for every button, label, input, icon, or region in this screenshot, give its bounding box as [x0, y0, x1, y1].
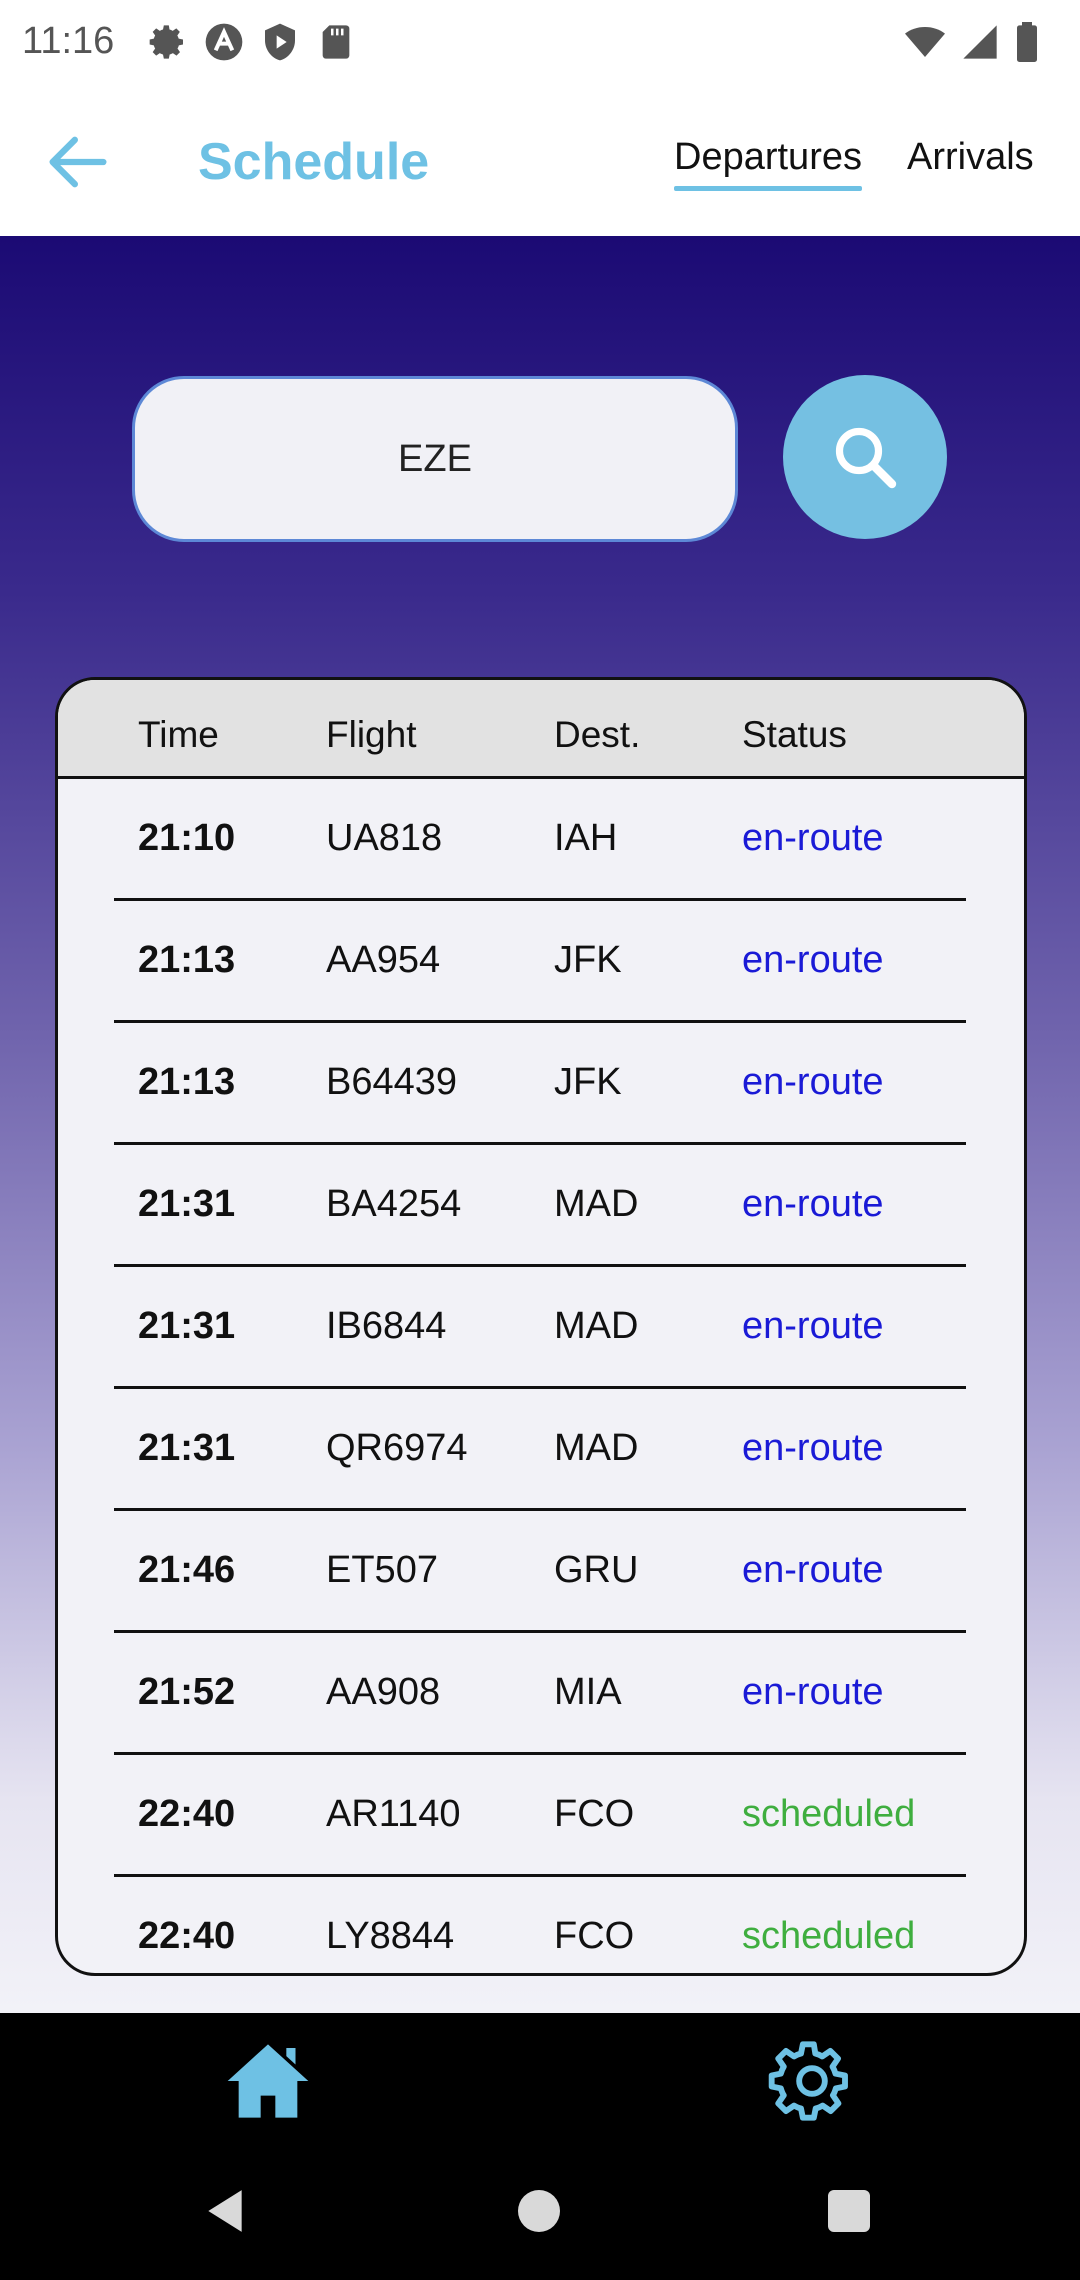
- table-row[interactable]: 21:10 UA818 IAH en-route: [58, 779, 1024, 901]
- battery-icon: [1014, 22, 1040, 67]
- tab-departures[interactable]: Departures: [674, 136, 862, 191]
- row-flight: LY8844: [326, 1915, 455, 1957]
- signal-icon: [960, 22, 1000, 67]
- row-time: 21:31: [138, 1183, 236, 1225]
- row-status: en-route: [742, 1549, 884, 1591]
- row-dest: JFK: [554, 1061, 622, 1103]
- back-button[interactable]: [40, 124, 116, 200]
- arrow-left-icon: [49, 136, 107, 188]
- table-row[interactable]: 21:46 ET507 GRU en-route: [58, 1511, 1024, 1633]
- row-dest: MAD: [554, 1183, 639, 1225]
- table-row[interactable]: 21:31 QR6974 MAD en-route: [58, 1389, 1024, 1511]
- header-dest: Dest.: [554, 714, 641, 755]
- row-status: en-route: [742, 817, 884, 859]
- shield-play-icon: [260, 22, 300, 62]
- search-input[interactable]: EZE: [132, 376, 738, 542]
- system-home-button[interactable]: [518, 2190, 560, 2232]
- home-icon: [227, 2044, 309, 2118]
- row-status: scheduled: [742, 1915, 916, 1957]
- row-flight: AA908: [326, 1671, 441, 1713]
- nav-home-button[interactable]: [224, 2037, 312, 2125]
- status-left-icons: [148, 22, 356, 62]
- status-bar: 11:16: [0, 0, 1080, 88]
- row-dest: GRU: [554, 1549, 639, 1591]
- row-status: en-route: [742, 1671, 884, 1713]
- row-dest: MAD: [554, 1305, 639, 1347]
- row-dest: FCO: [554, 1793, 635, 1835]
- row-status: en-route: [742, 1183, 884, 1225]
- header-time: Time: [138, 714, 219, 755]
- header-status: Status: [742, 714, 847, 755]
- row-status: en-route: [742, 1061, 884, 1103]
- row-flight: B64439: [326, 1061, 458, 1103]
- row-flight: QR6974: [326, 1427, 468, 1469]
- search-button[interactable]: [783, 375, 947, 539]
- row-flight: AR1140: [326, 1793, 461, 1835]
- row-time: 21:52: [138, 1671, 236, 1713]
- system-nav-bar: [0, 2146, 1080, 2280]
- row-status: scheduled: [742, 1793, 916, 1835]
- a-icon: [204, 22, 244, 62]
- status-right-icons: [904, 22, 1040, 67]
- row-flight: UA818: [326, 817, 443, 859]
- row-dest: IAH: [554, 817, 618, 859]
- row-time: 22:40: [138, 1915, 236, 1957]
- row-time: 21:31: [138, 1427, 236, 1469]
- nav-settings-button[interactable]: [768, 2037, 856, 2125]
- table-row[interactable]: 21:31 BA4254 MAD en-route: [58, 1145, 1024, 1267]
- row-time: 22:40: [138, 1793, 236, 1835]
- wifi-icon: [904, 22, 946, 67]
- row-status: en-route: [742, 1427, 884, 1469]
- row-dest: JFK: [554, 939, 622, 981]
- bottom-nav: [0, 2013, 1080, 2146]
- back-icon: [208, 2190, 242, 2232]
- row-flight: AA954: [326, 939, 441, 981]
- search-icon: [835, 427, 897, 489]
- row-flight: ET507: [326, 1549, 438, 1591]
- row-status: en-route: [742, 1305, 884, 1347]
- row-dest: MAD: [554, 1427, 639, 1469]
- row-flight: BA4254: [326, 1183, 462, 1225]
- table-row[interactable]: 21:13 AA954 JFK en-route: [58, 901, 1024, 1023]
- table-row[interactable]: 22:40 AR1140 FCO scheduled: [58, 1755, 1024, 1877]
- table-row[interactable]: 21:13 B64439 JFK en-route: [58, 1023, 1024, 1145]
- table-row[interactable]: 22:40 LY8844 FCO scheduled: [58, 1877, 1024, 1973]
- table-header: Time Flight Dest. Status: [58, 680, 1024, 779]
- row-time: 21:46: [138, 1549, 236, 1591]
- settings-icon: [768, 2041, 848, 2121]
- header-flight: Flight: [326, 714, 417, 755]
- status-time: 11:16: [22, 20, 115, 62]
- row-dest: MIA: [554, 1671, 622, 1713]
- app-bar: Schedule Departures Arrivals: [0, 88, 1080, 236]
- main-content: EZE Time Flight Dest. Status 21:10 UA818…: [0, 236, 1080, 2013]
- row-time: 21:13: [138, 1061, 236, 1103]
- flights-table: Time Flight Dest. Status 21:10 UA818 IAH…: [55, 677, 1027, 1976]
- page-title: Schedule: [198, 133, 430, 191]
- sd-card-icon: [316, 22, 356, 62]
- table-row[interactable]: 21:31 IB6844 MAD en-route: [58, 1267, 1024, 1389]
- row-time: 21:10: [138, 817, 236, 859]
- row-time: 21:31: [138, 1305, 236, 1347]
- table-row[interactable]: 21:52 AA908 MIA en-route: [58, 1633, 1024, 1755]
- system-recents-button[interactable]: [828, 2190, 870, 2232]
- system-back-button[interactable]: [200, 2186, 250, 2241]
- tab-arrivals[interactable]: Arrivals: [907, 136, 1034, 179]
- row-status: en-route: [742, 939, 884, 981]
- row-flight: IB6844: [326, 1305, 447, 1347]
- settings-icon: [148, 22, 188, 62]
- row-dest: FCO: [554, 1915, 635, 1957]
- row-time: 21:13: [138, 939, 236, 981]
